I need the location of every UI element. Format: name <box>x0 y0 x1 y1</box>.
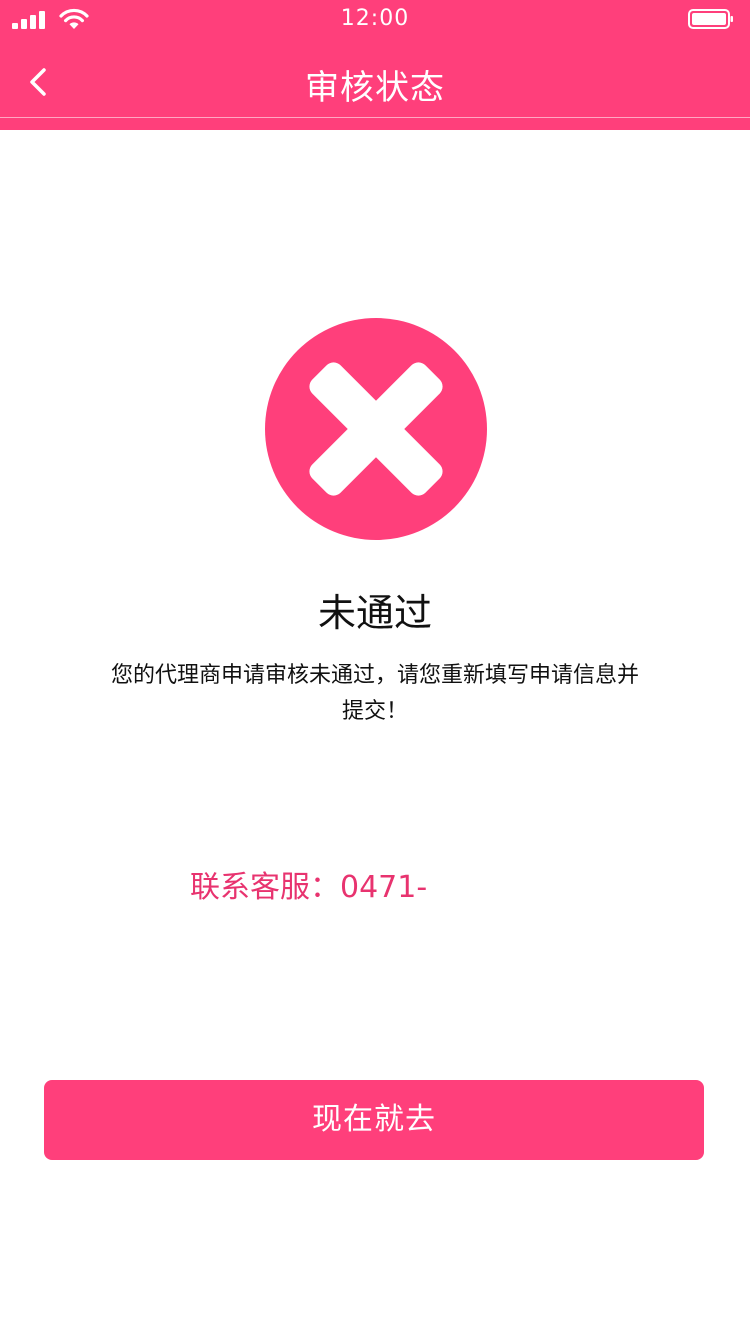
battery-icon <box>688 9 733 29</box>
status-time: 12:00 <box>340 6 410 31</box>
header-divider <box>0 117 750 118</box>
customer-service-label: 联系客服： <box>190 870 340 905</box>
close-circle-icon <box>265 318 487 540</box>
result-description: 您的代理商申请审核未通过，请您重新填写申请信息并提交！ <box>110 663 639 724</box>
page-title: 审核状态 <box>305 68 445 108</box>
header-bar: 12:00 审核状态 <box>0 0 750 130</box>
customer-service-phone[interactable]: 0471- <box>340 870 427 905</box>
status-bar: 12:00 <box>0 0 750 40</box>
go-now-button[interactable]: 现在就去 <box>44 1080 704 1160</box>
result-title: 未通过 <box>317 591 432 635</box>
customer-service-contact[interactable]: 联系客服：0471- <box>190 862 427 906</box>
